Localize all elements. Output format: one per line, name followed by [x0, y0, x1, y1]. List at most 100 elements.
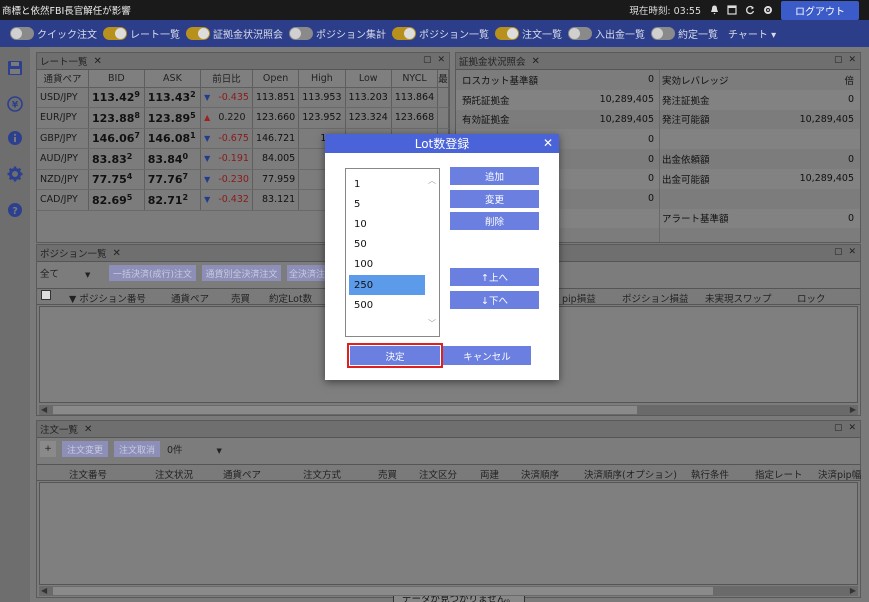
nav-margin-status[interactable]: 証拠金状況照会 — [186, 26, 283, 41]
move-up-button[interactable]: ↑上へ — [450, 268, 539, 286]
col-header[interactable]: NYCL — [391, 70, 439, 88]
bid-cell[interactable]: 113.429 — [88, 87, 145, 108]
col-header[interactable]: ロック — [797, 291, 826, 305]
toggle-switch[interactable] — [392, 27, 416, 40]
scroll-left-icon[interactable]: ◀ — [41, 586, 47, 595]
toggle-switch[interactable] — [651, 27, 675, 40]
lot-option[interactable]: 1 — [349, 174, 425, 194]
lot-option[interactable]: 500 — [349, 295, 425, 315]
col-header[interactable]: 決済pip幅 — [818, 467, 861, 481]
close-icon[interactable]: ✕ — [543, 136, 553, 150]
logout-button[interactable]: ログアウト — [781, 0, 859, 20]
col-header[interactable]: 前日比 — [200, 70, 253, 88]
help-icon[interactable]: ? — [6, 201, 24, 219]
settings-gear-icon[interactable] — [6, 165, 24, 183]
nav-position-summary[interactable]: ポジション集計 — [289, 26, 386, 41]
bid-cell[interactable]: 146.067 — [88, 128, 145, 149]
close-icon[interactable]: ✕ — [113, 248, 121, 259]
col-header[interactable]: 注文区分 — [419, 467, 457, 481]
ask-cell[interactable]: 123.895 — [144, 107, 202, 129]
horizontal-scrollbar[interactable]: ◀ ▶ — [39, 405, 858, 415]
nav-deposit-list[interactable]: 入出金一覧 — [568, 26, 645, 41]
close-icon[interactable]: ✕ — [848, 55, 856, 65]
lot-option[interactable]: 50 — [349, 235, 425, 255]
modify-order-button[interactable]: 注文変更 — [62, 441, 108, 457]
minimize-icon[interactable]: ▢ — [834, 247, 843, 257]
bid-cell[interactable]: 123.888 — [88, 107, 145, 129]
close-all-button[interactable]: 全決済注 — [287, 265, 327, 281]
scroll-thumb[interactable] — [53, 587, 713, 595]
scroll-left-icon[interactable]: ◀ — [41, 405, 47, 414]
chart-menu[interactable]: チャート ▾ — [728, 26, 776, 41]
col-header[interactable]: 通貨ペア — [37, 70, 89, 88]
info-icon[interactable] — [6, 129, 24, 147]
nav-rate-list[interactable]: レート一覧 — [103, 26, 180, 41]
nav-position-list[interactable]: ポジション一覧 — [392, 26, 489, 41]
horizontal-scrollbar[interactable]: ◀ ▶ — [39, 586, 858, 596]
col-header[interactable]: 未実現スワップ — [705, 291, 772, 305]
news-ticker[interactable]: 商標と依然FBI長官解任が影響 — [0, 3, 131, 17]
lot-listbox[interactable]: ︿ ﹀ 1 5 10 50 100 250 500 — [345, 168, 440, 337]
bid-cell[interactable]: 82.695 — [88, 189, 145, 211]
minimize-icon[interactable]: ▢ — [834, 423, 843, 433]
confirm-button[interactable]: 決定 — [347, 343, 443, 368]
add-order-button[interactable]: + — [40, 441, 56, 457]
rate-row[interactable]: EUR/JPY 123.888 123.895 ▲ 0.220 123.660 123.95… — [37, 107, 449, 129]
col-header[interactable]: Low — [345, 70, 392, 88]
yen-icon[interactable]: ¥ — [6, 95, 24, 113]
order-count-select[interactable]: 0件 ▼ — [167, 442, 237, 456]
col-header[interactable]: ▼ ポジション番号 — [69, 291, 146, 305]
col-header[interactable]: 指定レート — [755, 467, 803, 481]
col-header[interactable]: Open — [252, 70, 300, 88]
col-header[interactable]: 売買 — [231, 291, 250, 305]
col-header[interactable]: 両建 — [480, 467, 499, 481]
lot-option[interactable]: 250 — [349, 275, 425, 295]
col-header[interactable]: BID — [88, 70, 145, 88]
col-header[interactable]: ポジション損益 — [622, 291, 689, 305]
col-header[interactable]: 最 — [437, 70, 449, 88]
nav-quick-order[interactable]: クイック注文 — [10, 26, 97, 41]
col-header[interactable]: 決済順序 — [521, 467, 559, 481]
col-header[interactable]: 注文方式 — [303, 467, 341, 481]
col-header[interactable]: 執行条件 — [691, 467, 729, 481]
ask-cell[interactable]: 77.767 — [144, 169, 202, 190]
nav-execution-list[interactable]: 約定一覧 — [651, 26, 718, 41]
lot-option[interactable]: 5 — [349, 194, 425, 214]
col-header[interactable]: pip損益 — [562, 291, 596, 305]
position-filter-select[interactable]: 全て ▼ — [40, 266, 100, 280]
rate-row[interactable]: USD/JPY 113.429 113.432 ▼ -0.435 113.851 113.9… — [37, 87, 449, 108]
nav-order-list[interactable]: 注文一覧 — [495, 26, 562, 41]
scroll-thumb[interactable] — [53, 406, 637, 414]
col-header[interactable]: 売買 — [378, 467, 397, 481]
save-icon[interactable] — [6, 59, 24, 77]
minimize-icon[interactable]: ▢ — [834, 55, 843, 65]
panel-header[interactable]: 注文一覧 ✕ ▢ ✕ — [37, 421, 860, 438]
bid-cell[interactable]: 83.832 — [88, 148, 145, 170]
delete-lot-button[interactable]: 削除 — [450, 212, 539, 230]
bid-cell[interactable]: 77.754 — [88, 169, 145, 190]
change-lot-button[interactable]: 変更 — [450, 190, 539, 208]
dialog-header[interactable]: Lot数登録 ✕ — [325, 134, 559, 153]
scroll-right-icon[interactable]: ▶ — [850, 586, 856, 595]
toggle-switch[interactable] — [10, 27, 34, 40]
bulk-close-market-button[interactable]: 一括決済(成行)注文 — [109, 265, 196, 281]
refresh-icon[interactable] — [745, 5, 755, 15]
cancel-button[interactable]: キャンセル — [443, 346, 531, 365]
scroll-right-icon[interactable]: ▶ — [850, 405, 856, 414]
close-icon[interactable]: ✕ — [437, 55, 445, 65]
toggle-switch[interactable] — [103, 27, 127, 40]
bell-icon[interactable] — [709, 5, 719, 15]
add-lot-button[interactable]: 追加 — [450, 167, 539, 185]
lot-option[interactable]: 10 — [349, 214, 425, 234]
ask-cell[interactable]: 83.840 — [144, 148, 202, 170]
close-icon[interactable]: ✕ — [848, 247, 856, 257]
col-header[interactable]: 注文番号 — [69, 467, 107, 481]
toggle-switch[interactable] — [289, 27, 313, 40]
move-down-button[interactable]: ↓下へ — [450, 291, 539, 309]
ask-cell[interactable]: 113.432 — [144, 87, 202, 108]
col-header[interactable]: 通貨ペア — [223, 467, 261, 481]
col-header[interactable]: 決済順序(オプション) — [584, 467, 677, 481]
cancel-order-button[interactable]: 注文取消 — [114, 441, 160, 457]
lot-option[interactable]: 100 — [349, 255, 425, 275]
gear-icon[interactable] — [763, 5, 773, 15]
